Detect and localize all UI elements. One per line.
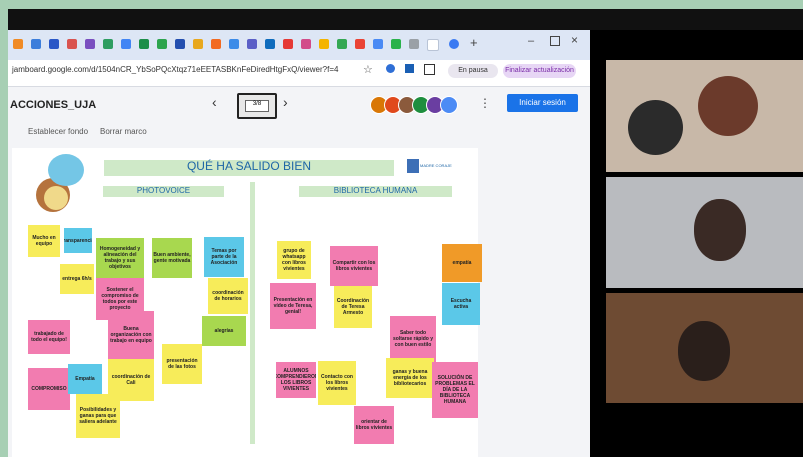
tab-icon-gmail[interactable] bbox=[67, 39, 77, 49]
tab-icon-forms[interactable] bbox=[85, 39, 95, 49]
sticky-note[interactable]: Presentación en vídeo de Teresa, genial! bbox=[270, 283, 316, 329]
video-person bbox=[628, 100, 683, 155]
url-text[interactable]: jamboard.google.com/d/1504nCR_YbSoPQcXtq… bbox=[12, 65, 338, 74]
sticky-note[interactable]: Contacto con los libros vivientes bbox=[318, 361, 356, 405]
sticky-note[interactable]: ganas y buena energía de los bibliotecar… bbox=[386, 358, 434, 398]
tab-icon-close[interactable] bbox=[409, 39, 419, 49]
logo-icon bbox=[407, 159, 419, 173]
sticky-note[interactable]: coordinación de Cali bbox=[108, 359, 154, 401]
participant-video-tile[interactable] bbox=[606, 60, 803, 172]
logo-text: MADRE CORAJE bbox=[420, 163, 452, 168]
section-title-biblioteca[interactable]: BIBLIOTECA HUMANA bbox=[299, 186, 452, 195]
tab-icon-chrome[interactable] bbox=[229, 39, 239, 49]
sticky-note[interactable]: transparencia bbox=[64, 228, 92, 253]
extension-icon[interactable] bbox=[386, 64, 395, 73]
sticky-note[interactable]: Homogeneidad y alineación del trabajo y … bbox=[96, 238, 144, 278]
tab-strip bbox=[8, 30, 590, 60]
puzzle-icon[interactable] bbox=[405, 64, 414, 73]
minimize-icon[interactable]: – bbox=[528, 35, 534, 47]
close-window-icon[interactable]: × bbox=[571, 33, 578, 47]
video-person bbox=[678, 321, 730, 381]
video-person bbox=[694, 199, 746, 261]
frame-indicator: 3/8 bbox=[245, 100, 269, 112]
tab-icon-classroom[interactable] bbox=[139, 39, 149, 49]
sticky-note[interactable]: Coordinación de Teresa Armesto bbox=[334, 286, 372, 328]
tab-icon-keep[interactable] bbox=[319, 39, 329, 49]
next-frame-icon[interactable]: › bbox=[283, 94, 288, 110]
sticker-belly bbox=[44, 186, 68, 210]
tab-icon-teams[interactable] bbox=[247, 39, 257, 49]
sticky-note[interactable]: Mucho en equipo bbox=[28, 225, 60, 257]
avatar[interactable] bbox=[440, 96, 458, 114]
tab-icon-photos[interactable] bbox=[301, 39, 311, 49]
sticky-note[interactable]: Empatía bbox=[68, 364, 102, 394]
tab-icon-meet[interactable] bbox=[103, 39, 113, 49]
star-icon[interactable]: ☆ bbox=[363, 63, 373, 76]
tab-icon-slides[interactable] bbox=[193, 39, 203, 49]
sticky-note[interactable]: SOLUCIÓN DE PROBLEMAS EL DÍA DE LA BIBLI… bbox=[432, 362, 478, 418]
tab-icon-profile[interactable] bbox=[449, 39, 459, 49]
video-person bbox=[698, 76, 758, 136]
logo: MADRE CORAJE bbox=[407, 158, 455, 176]
board-title[interactable]: QUÉ HA SALIDO BIEN bbox=[164, 159, 334, 173]
section-title-photovoice[interactable]: PHOTOVOICE bbox=[103, 186, 224, 195]
tab-icon-outlook[interactable] bbox=[265, 39, 275, 49]
participant-video-tile[interactable] bbox=[606, 177, 803, 288]
sticky-note[interactable]: Temas por parte de la Asociación bbox=[204, 237, 244, 277]
tab-icon-active[interactable] bbox=[427, 39, 439, 51]
tab-icon-jamboard[interactable] bbox=[211, 39, 221, 49]
paused-button[interactable]: En pausa bbox=[448, 64, 498, 78]
squirtle-sticker[interactable] bbox=[28, 152, 92, 218]
jamboard-canvas[interactable]: QUÉ HA SALIDO BIEN MADRE CORAJE PHOTOVOI… bbox=[12, 148, 482, 457]
participant-video-tile[interactable] bbox=[606, 293, 803, 403]
tab-icon-maps[interactable] bbox=[337, 39, 347, 49]
sticky-note[interactable]: orientar de libros vivientes bbox=[354, 406, 394, 444]
browser-window: + – × jamboard.google.com/d/1504nCR_YbSo… bbox=[8, 30, 590, 457]
clear-frame-button[interactable]: Borrar marco bbox=[100, 127, 147, 136]
tab-icon-drive[interactable] bbox=[13, 39, 23, 49]
tab-icon-news[interactable] bbox=[355, 39, 365, 49]
set-background-button[interactable]: Establecer fondo bbox=[28, 127, 88, 136]
sticky-note[interactable]: trabajado de todo el equipo! bbox=[28, 320, 70, 354]
sticky-note[interactable]: entrega 6h/s bbox=[60, 264, 94, 294]
sticky-note[interactable]: Buena organización con trabajo en equipo bbox=[108, 311, 154, 359]
sticky-note[interactable]: coordinación de horarios bbox=[208, 278, 248, 314]
tab-icon-docs[interactable] bbox=[49, 39, 59, 49]
previous-frame-icon[interactable]: ‹ bbox=[212, 94, 217, 110]
tab-icon-whatsapp[interactable] bbox=[391, 39, 401, 49]
tab-icon-word[interactable] bbox=[175, 39, 185, 49]
sticky-note[interactable]: presentación de las fotos bbox=[162, 344, 202, 384]
sticky-note[interactable]: grupo de whatsapp con libros vivientes bbox=[277, 241, 311, 279]
maximize-icon[interactable] bbox=[550, 36, 560, 46]
tab-icon-translate[interactable] bbox=[373, 39, 383, 49]
sticky-note[interactable]: COMPROMISO bbox=[28, 368, 70, 410]
divider-line bbox=[250, 182, 255, 444]
finish-update-button[interactable]: Finalizar actualización bbox=[503, 64, 576, 78]
sticky-note[interactable]: alegrías bbox=[202, 316, 246, 346]
sticker-head bbox=[48, 154, 84, 186]
frame-selector[interactable]: 3/8 bbox=[237, 93, 277, 119]
tab-icon-calendar[interactable] bbox=[121, 39, 131, 49]
frame-toolbar bbox=[8, 122, 590, 144]
tab-icon-sheets[interactable] bbox=[157, 39, 167, 49]
sign-in-button[interactable]: Iniciar sesión bbox=[507, 94, 578, 112]
sidebar-icon[interactable] bbox=[424, 64, 435, 75]
sticky-note[interactable]: Saber todo soltarse rápido y con buen es… bbox=[390, 316, 436, 362]
new-tab-icon[interactable]: + bbox=[470, 35, 478, 50]
tab-icon-google[interactable] bbox=[31, 39, 41, 49]
tab-icon-youtube[interactable] bbox=[283, 39, 293, 49]
sticky-note[interactable]: Buen ambiente, gente motivada bbox=[152, 238, 192, 278]
sticky-note[interactable]: Escucha activa bbox=[442, 283, 480, 325]
document-title[interactable]: ACCIONES_UJA bbox=[10, 99, 96, 111]
sticky-note[interactable]: Compartir con los libros vivientes bbox=[330, 246, 378, 286]
sticky-note[interactable]: ALUMNOS COMPRENDIERON LOS LIBROS VIVIENT… bbox=[276, 362, 316, 398]
sticky-note[interactable]: empatía bbox=[442, 244, 482, 282]
more-menu-icon[interactable]: ⋮ bbox=[479, 96, 491, 110]
